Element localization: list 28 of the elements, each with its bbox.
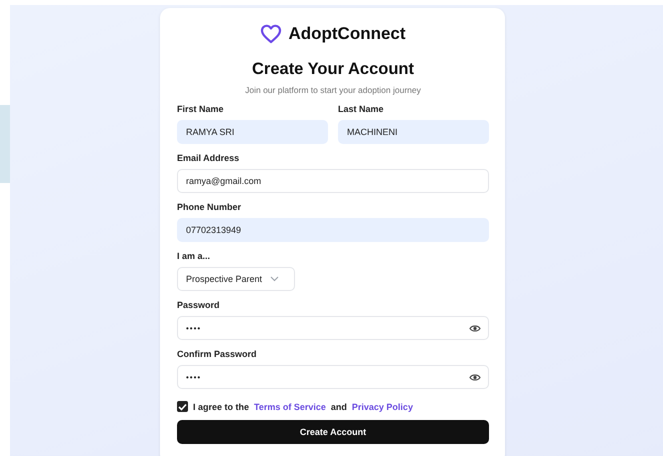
field-label: Phone Number [177, 202, 242, 213]
input-field[interactable]: RAMYA SRI [177, 120, 328, 144]
field-label: First Name [177, 104, 225, 115]
chevron-down-icon [270, 276, 280, 282]
heart-icon [260, 24, 282, 44]
password-field[interactable]: •••• [177, 365, 489, 389]
field-label: Last Name [338, 104, 385, 115]
subtitle: Join our platform to start your adoption journey [244, 85, 422, 95]
input-field[interactable]: ramya@gmail.com [177, 169, 489, 193]
eye-icon [469, 324, 481, 332]
privacy-link[interactable]: Privacy Policy [352, 402, 413, 412]
field-label: Email Address [177, 153, 240, 164]
agreement-text: and [330, 402, 347, 412]
password-field[interactable]: •••• [177, 316, 489, 340]
role-dropdown[interactable]: Prospective Parent [177, 267, 295, 291]
brand-name: AdoptConnect [288, 24, 406, 44]
heading: Create Your Account [251, 60, 415, 79]
terms-link[interactable]: Terms of Service [254, 402, 326, 412]
field-label: Confirm Password [177, 349, 258, 360]
agreement-text: I agree to the [193, 402, 250, 412]
field-label: I am a... [177, 251, 212, 262]
checkbox[interactable] [177, 401, 188, 412]
input-field[interactable]: MACHINENI [338, 120, 489, 144]
input-field[interactable]: 07702313949 [177, 218, 489, 242]
create-account-button[interactable]: Create Account [177, 420, 489, 444]
eye-icon [469, 372, 481, 382]
checkmark-icon [178, 402, 187, 410]
field-label: Password [177, 300, 221, 311]
